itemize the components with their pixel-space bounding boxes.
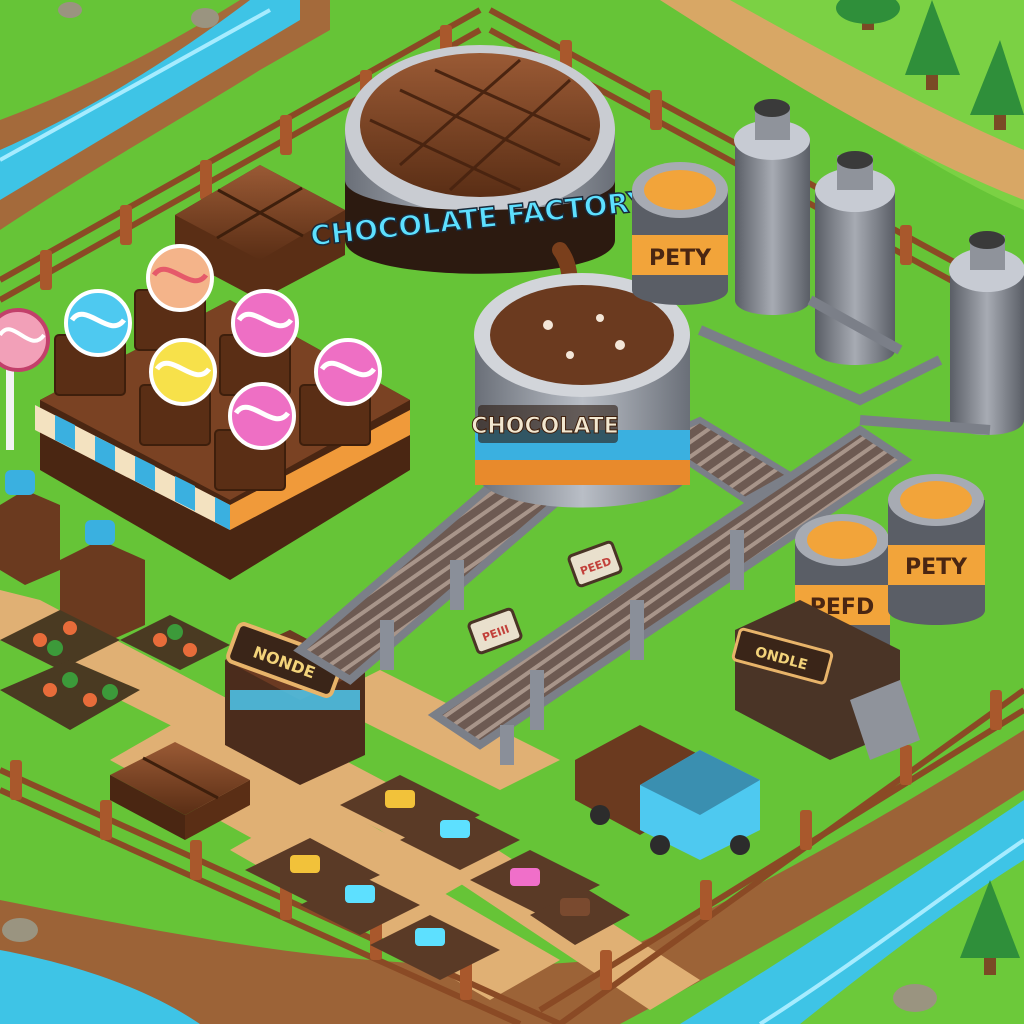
- silo-label-2: PETY: [905, 555, 968, 580]
- vat-label: CHOCOLATE: [471, 414, 618, 439]
- game-scene: NONDE CHOCOLATE FACTORY CHOCOLATE PETY P…: [0, 0, 1024, 1024]
- silo-label-1: PETY: [649, 246, 712, 271]
- chocolate-vat: CHOCOLATE: [471, 273, 690, 508]
- silo-icon: PETY: [632, 162, 728, 305]
